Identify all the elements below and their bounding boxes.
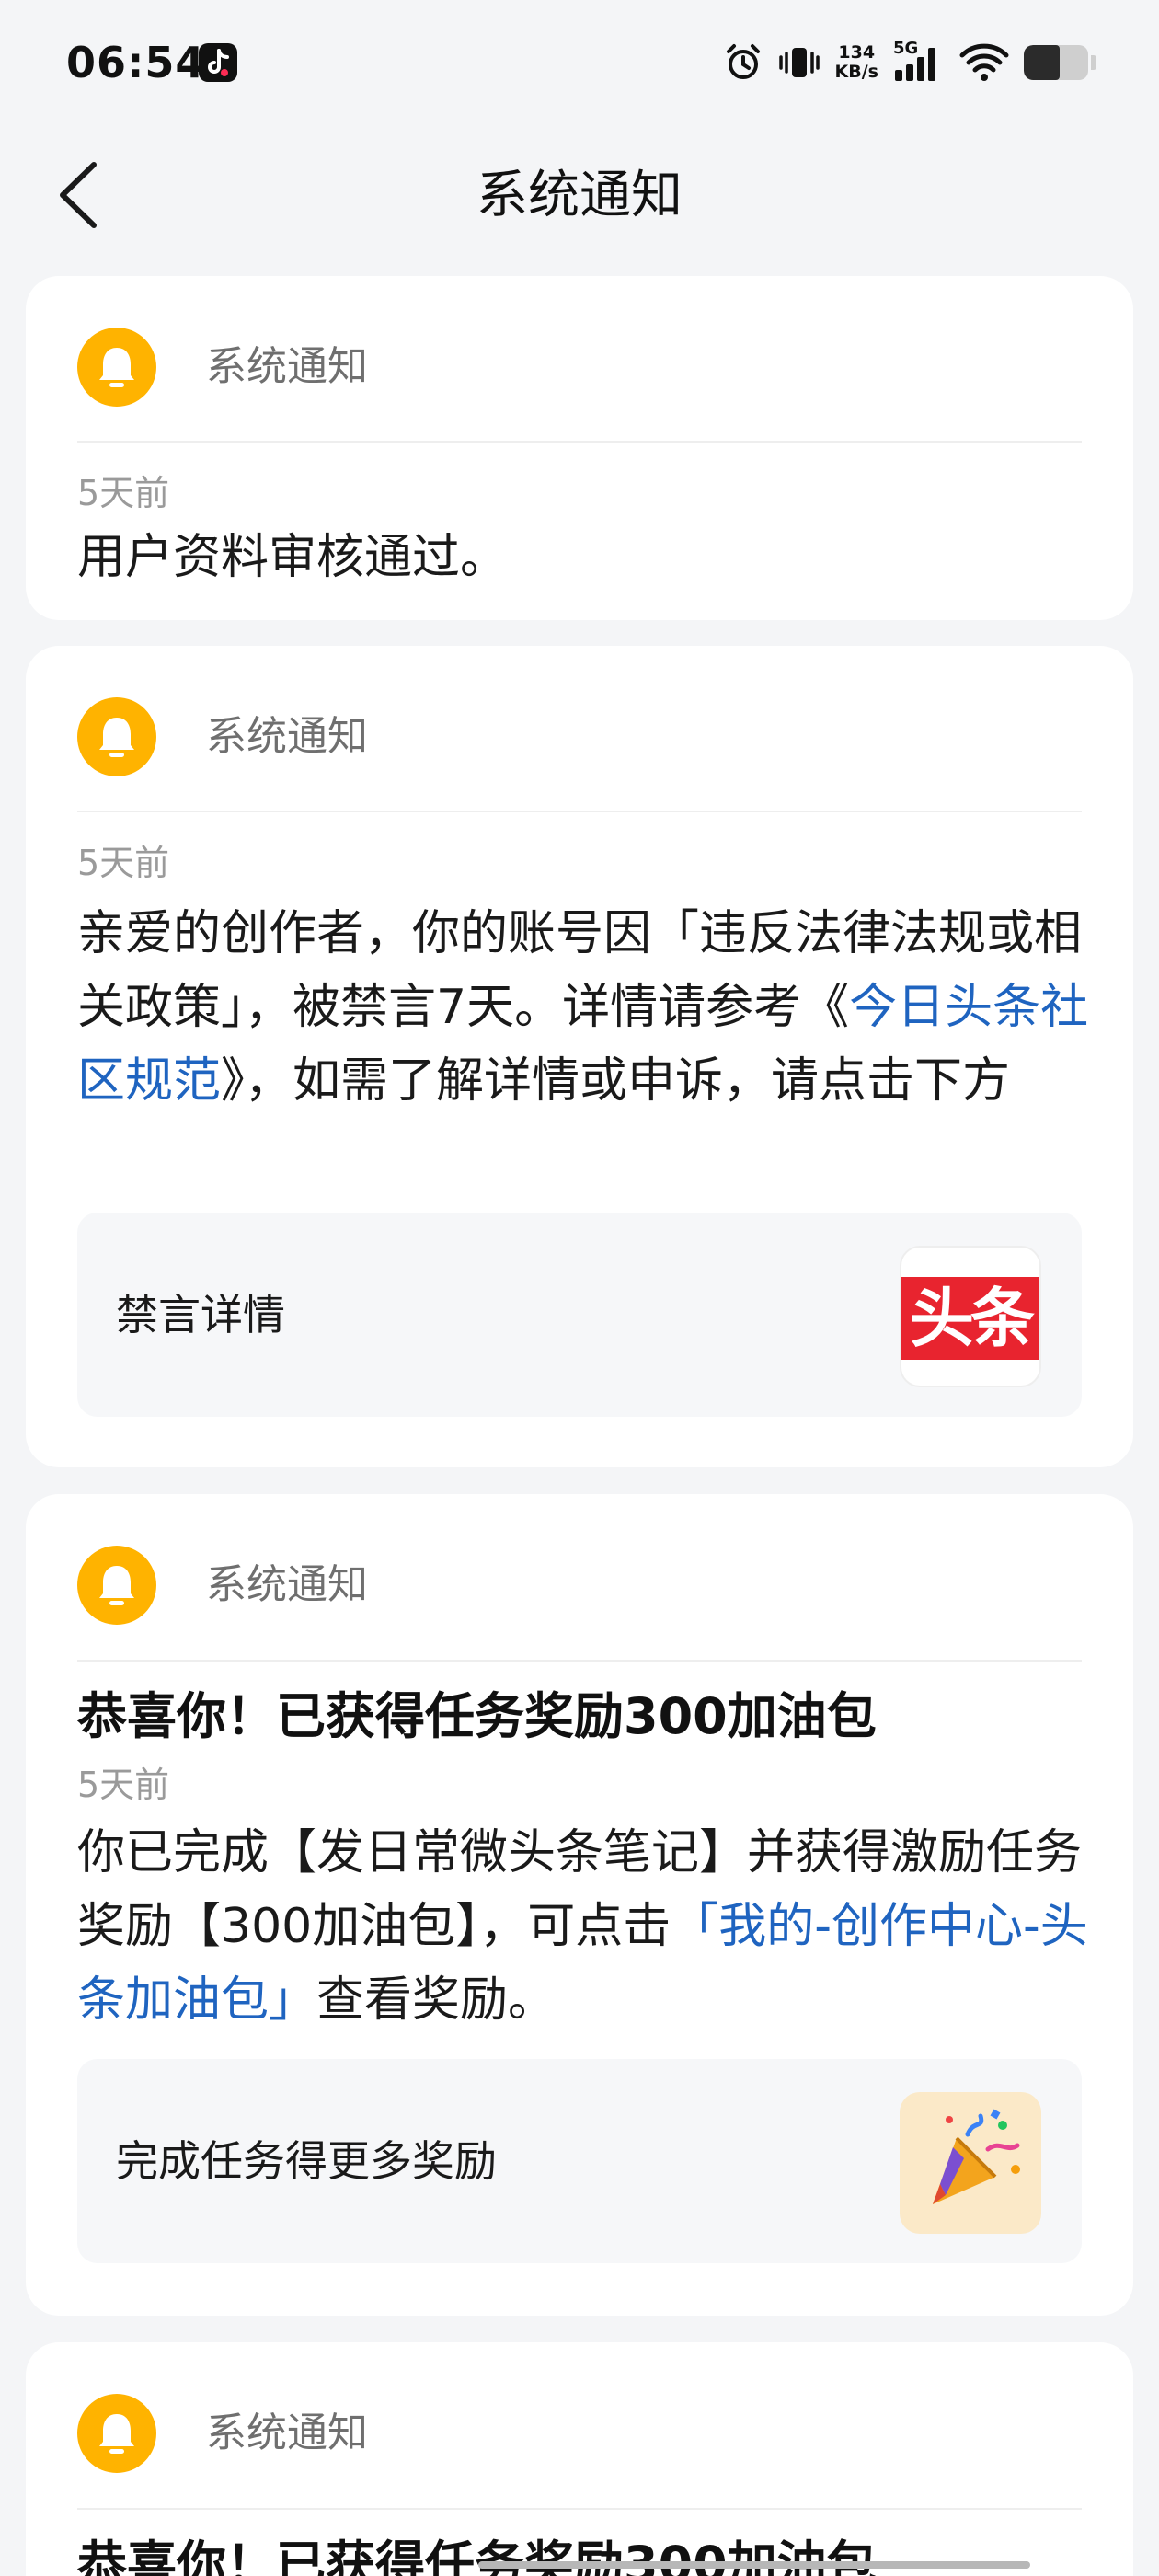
alarm-icon (726, 44, 760, 79)
notification-text: 亲爱的创作者，你的账号因「违反法律法规或相关政策」，被禁言7天。详情请参考《今日… (77, 897, 1089, 1118)
notification-text: 你已完成【发日常微头条笔记】并获得激励任务奖励【300加油包】，可点击「我的-创… (77, 1816, 1089, 2037)
notification-header: 系统通知 (77, 2394, 1082, 2473)
mute-details-button[interactable]: 禁言详情 头条 (77, 1213, 1082, 1417)
notification-header: 系统通知 (77, 328, 1082, 407)
notification-time: 5天前 (77, 1765, 170, 1805)
text-segment: 》，如需了解详情或申诉，请点击下方 (221, 1053, 1011, 1109)
notification-time: 5天前 (77, 473, 170, 513)
home-indicator[interactable] (478, 2561, 1030, 2569)
bell-icon (77, 1546, 156, 1625)
divider (77, 2508, 1082, 2510)
notification-source: 系统通知 (206, 1561, 368, 1608)
tiktok-notification-icon (199, 43, 237, 82)
network-speed: 134 KB/s (835, 43, 878, 82)
divider (77, 1660, 1082, 1662)
vibrate-icon (778, 48, 820, 77)
notification-card[interactable]: 系统通知 5天前 用户资料审核通过。 (26, 276, 1133, 620)
notification-title: 恭喜你！已获得任务奖励300加油包 (77, 2536, 877, 2576)
party-popper-icon (900, 2092, 1041, 2234)
action-label: 完成任务得更多奖励 (116, 2136, 497, 2186)
battery-icon (1024, 45, 1088, 80)
notification-source: 系统通知 (206, 343, 368, 390)
notification-card[interactable]: 系统通知 恭喜你！已获得任务奖励300加油包 (26, 2342, 1133, 2576)
notification-header: 系统通知 (77, 1546, 1082, 1625)
notification-source: 系统通知 (206, 713, 368, 760)
navigation-bar: 系统通知 (0, 124, 1159, 262)
notification-card[interactable]: 系统通知 恭喜你！已获得任务奖励300加油包 5天前 你已完成【发日常微头条笔记… (26, 1494, 1133, 2316)
action-label: 禁言详情 (116, 1290, 285, 1340)
signal-bars-icon (895, 48, 935, 81)
network-speed-unit: KB/s (834, 62, 878, 82)
status-icons: 134 KB/s 5G (723, 35, 1096, 90)
toutiao-logo-text: 头条 (901, 1277, 1039, 1360)
status-bar: 06:54 134 KB/s 5G (0, 0, 1159, 124)
notification-title: 恭喜你！已获得任务奖励300加油包 (77, 1687, 877, 1745)
screen: 06:54 134 KB/s 5G 系统通知 系统通知 5天前 用户资料审核通过… (0, 0, 1159, 2576)
bell-icon (77, 697, 156, 776)
notification-card[interactable]: 系统通知 5天前 亲爱的创作者，你的账号因「违反法律法规或相关政策」，被禁言7天… (26, 646, 1133, 1467)
text-segment: 查看奖励。 (316, 1972, 557, 2028)
status-time: 06:54 (66, 38, 206, 87)
notification-header: 系统通知 (77, 697, 1082, 776)
network-speed-value: 134 (838, 42, 876, 63)
battery-level-fill (1024, 45, 1060, 80)
notification-source: 系统通知 (206, 2409, 368, 2456)
wifi-icon (959, 43, 1009, 81)
page-title: 系统通知 (476, 166, 683, 225)
toutiao-logo: 头条 (900, 1246, 1041, 1387)
notification-text: 用户资料审核通过。 (77, 530, 509, 585)
bell-icon (77, 328, 156, 407)
divider (77, 441, 1082, 443)
bell-icon (77, 2394, 156, 2473)
divider (77, 811, 1082, 812)
cellular-signal: 5G (893, 40, 945, 85)
notification-time: 5天前 (77, 843, 170, 883)
battery-tip (1091, 55, 1096, 70)
more-rewards-button[interactable]: 完成任务得更多奖励 (77, 2059, 1082, 2263)
